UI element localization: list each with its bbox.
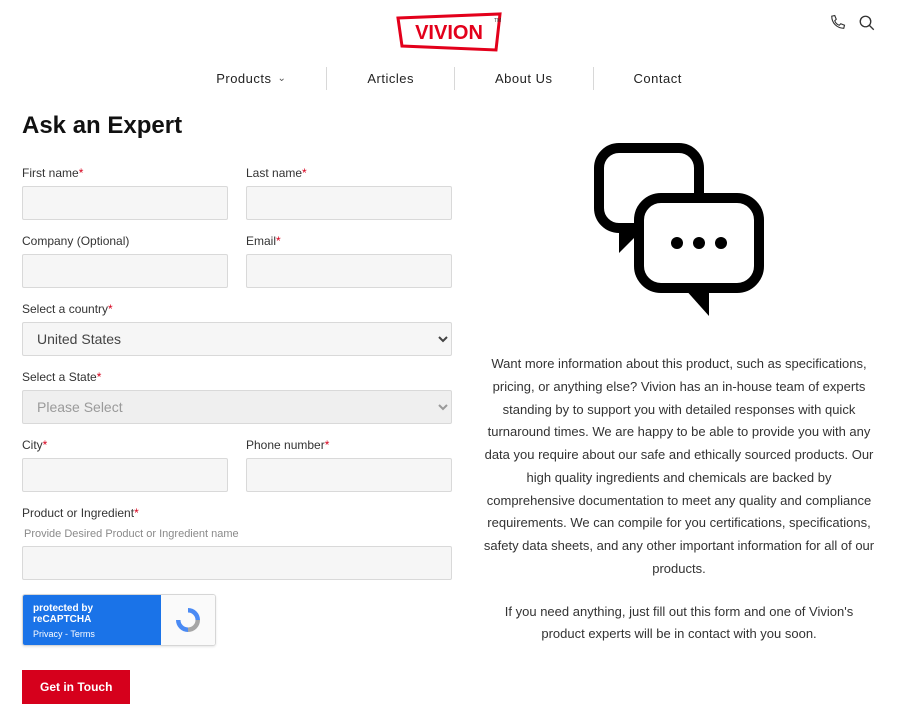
company-input[interactable] (22, 254, 228, 288)
city-input[interactable] (22, 458, 228, 492)
state-select[interactable]: Please Select (22, 390, 452, 424)
product-input[interactable] (22, 546, 452, 580)
email-label: Email* (246, 234, 452, 248)
nav-articles[interactable]: Articles (326, 67, 454, 90)
first-name-input[interactable] (22, 186, 228, 220)
page-title: Ask an Expert (22, 112, 452, 140)
phone-label: Phone number* (246, 438, 452, 452)
submit-button[interactable]: Get in Touch (22, 670, 130, 704)
phone-icon[interactable] (828, 14, 846, 37)
chat-bubbles-icon (579, 138, 779, 333)
chevron-down-icon: ⌄ (278, 73, 287, 84)
first-name-label: First name* (22, 166, 228, 180)
main-nav: Products ⌄ Articles About Us Contact (22, 67, 876, 90)
product-label: Product or Ingredient* (22, 506, 452, 520)
email-input[interactable] (246, 254, 452, 288)
state-label: Select a State* (22, 370, 452, 384)
country-select[interactable]: United States (22, 322, 452, 356)
city-label: City* (22, 438, 228, 452)
recaptcha-label: protected by reCAPTCHA (33, 603, 151, 625)
nav-label: Products (216, 71, 271, 86)
recaptcha-icon (161, 595, 215, 645)
last-name-label: Last name* (246, 166, 452, 180)
phone-input[interactable] (246, 458, 452, 492)
svg-text:TM: TM (494, 18, 501, 24)
product-hint: Provide Desired Product or Ingredient na… (24, 528, 452, 540)
nav-about[interactable]: About Us (454, 67, 592, 90)
country-label: Select a country* (22, 302, 452, 316)
recaptcha-widget[interactable]: protected by reCAPTCHA Privacy - Terms (22, 594, 216, 646)
company-label: Company (Optional) (22, 234, 228, 248)
info-paragraph-2: If you need anything, just fill out this… (482, 601, 876, 647)
svg-text:VIVION: VIVION (415, 22, 483, 44)
search-icon[interactable] (858, 14, 876, 37)
brand-logo[interactable]: VIVION TM (394, 12, 504, 52)
info-paragraph-1: Want more information about this product… (482, 353, 876, 581)
nav-products[interactable]: Products ⌄ (176, 67, 326, 90)
recaptcha-links[interactable]: Privacy - Terms (33, 629, 151, 639)
last-name-input[interactable] (246, 186, 452, 220)
nav-contact[interactable]: Contact (593, 67, 722, 90)
